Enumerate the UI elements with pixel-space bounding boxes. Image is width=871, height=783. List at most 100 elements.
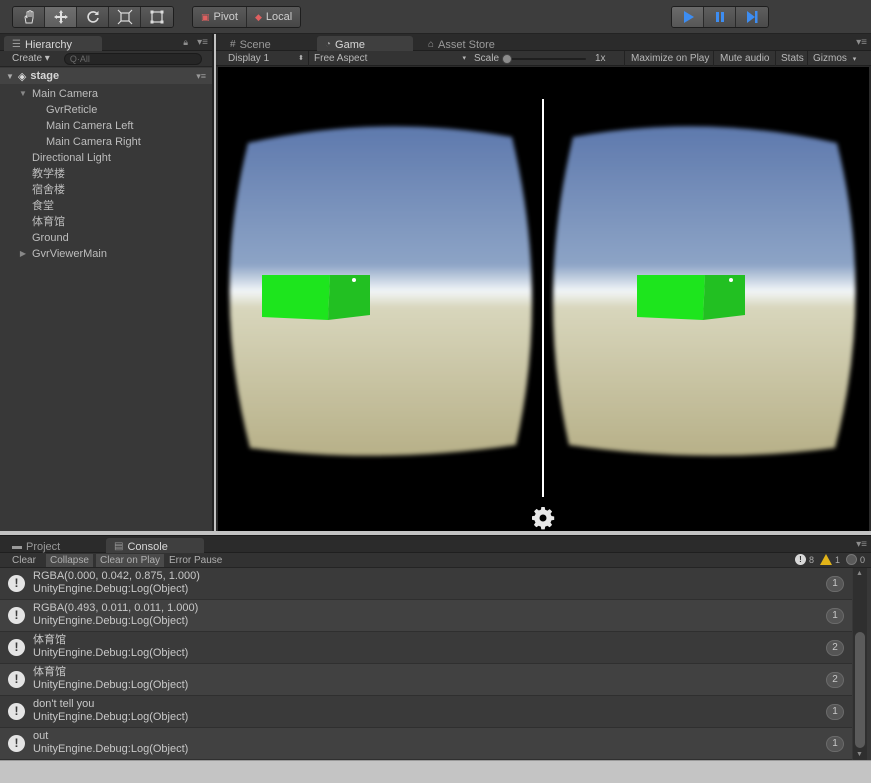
scroll-thumb[interactable]: [855, 632, 865, 748]
display-dropdown[interactable]: Display 1 ⬍: [224, 52, 308, 65]
tab-scene[interactable]: # Scene: [222, 36, 314, 52]
vr-divider-line: [542, 99, 544, 497]
updown-icon: ⬍: [298, 55, 304, 62]
game-panel-menu-icon[interactable]: ▾≡: [856, 37, 867, 48]
info-icon: !: [8, 575, 25, 592]
hierarchy-item[interactable]: Ground: [0, 230, 212, 246]
warning-count-toggle[interactable]: 1: [819, 554, 840, 565]
expand-arrow-icon[interactable]: ▼: [18, 86, 28, 102]
hierarchy-item[interactable]: ▼ Main Camera: [0, 86, 212, 102]
hierarchy-item[interactable]: GvrReticle: [0, 102, 212, 118]
error-pause-button[interactable]: Error Pause: [165, 554, 226, 567]
hierarchy-panel: ☰ Hierarchy 🔒︎ ▾≡ Create ▾ Q·All ▼ ◈ sta…: [0, 34, 214, 531]
info-icon: !: [794, 554, 806, 565]
scale-slider-track[interactable]: [504, 58, 586, 60]
hierarchy-item[interactable]: Directional Light: [0, 150, 212, 166]
move-tool-button[interactable]: [45, 7, 77, 27]
hierarchy-item[interactable]: Main Camera Left: [0, 118, 212, 134]
unity-scene-icon: ◈: [17, 70, 27, 83]
pacman-icon: ◔: [325, 39, 332, 50]
hierarchy-item[interactable]: 宿舍楼: [0, 182, 212, 198]
mute-audio-toggle[interactable]: Mute audio: [716, 52, 773, 65]
tab-asset-store[interactable]: ⌂ Asset Store: [420, 36, 520, 52]
hierarchy-item-label: GvrReticle: [46, 104, 98, 116]
rotate-tool-button[interactable]: [77, 7, 109, 27]
tab-project[interactable]: ▬ Project: [4, 538, 104, 554]
gizmos-dropdown[interactable]: Gizmos ▾: [809, 52, 860, 65]
console-tabbar: ▬ Project ▤ Console ▾≡: [0, 536, 871, 554]
scene-name: stage: [30, 70, 60, 82]
step-button[interactable]: [736, 7, 768, 27]
info-icon: !: [8, 671, 25, 688]
console-panel-menu-icon[interactable]: ▾≡: [856, 539, 867, 550]
hierarchy-item[interactable]: 食堂: [0, 198, 212, 214]
log-trace: UnityEngine.Debug:Log(Object): [33, 615, 189, 627]
maximize-on-play-toggle[interactable]: Maximize on Play: [627, 52, 713, 65]
scale-icon: [117, 9, 132, 25]
create-dropdown[interactable]: Create ▾: [12, 53, 50, 64]
local-button[interactable]: ◆ Local: [246, 7, 301, 27]
dropdown-arrow-icon: ▾: [462, 55, 466, 62]
tab-game[interactable]: ◔ Game: [317, 36, 413, 52]
hand-tool-button[interactable]: [13, 7, 45, 27]
clear-on-play-button[interactable]: Clear on Play: [96, 554, 165, 567]
warning-icon: [819, 554, 832, 565]
scale-label: Scale: [474, 53, 500, 64]
gear-icon[interactable]: [531, 506, 555, 530]
gizmos-arrow-icon: ▾: [852, 56, 857, 63]
tab-console[interactable]: ▤ Console: [106, 538, 204, 554]
console-log-list: ! RGBA(0.000, 0.042, 0.875, 1.000) UnityEn…: [0, 568, 852, 760]
play-button[interactable]: [672, 7, 704, 27]
left-eye-view: [220, 115, 540, 475]
aspect-label: Free Aspect: [314, 53, 368, 64]
transform-tools: [12, 6, 174, 28]
hierarchy-item[interactable]: ▶ GvrViewerMain: [0, 246, 212, 262]
create-label: Create: [12, 53, 43, 64]
console-log-row[interactable]: ! RGBA(0.493, 0.011, 0.011, 1.000) UnityEn…: [0, 600, 852, 632]
console-log-row[interactable]: ! out UnityEngine.Debug:Log(Object) 1: [0, 728, 852, 760]
console-log-row[interactable]: ! 体育馆 UnityEngine.Debug:Log(Object) 2: [0, 664, 852, 696]
log-text: RGBA(0.493, 0.011, 0.011, 1.000) UnityEng…: [33, 602, 198, 628]
hierarchy-search-input[interactable]: Q·All: [63, 52, 202, 65]
console-log-row[interactable]: ! RGBA(0.000, 0.042, 0.875, 1.000) UnityEn…: [0, 568, 852, 600]
console-scrollbar[interactable]: ▲ ▼: [853, 568, 867, 760]
hierarchy-item-label: 体育馆: [32, 216, 65, 228]
pause-button[interactable]: [704, 7, 736, 27]
console-log-row[interactable]: ! 体育馆 UnityEngine.Debug:Log(Object) 2: [0, 632, 852, 664]
hierarchy-item-label: Directional Light: [32, 152, 111, 164]
hierarchy-item-label: Main Camera: [32, 88, 99, 100]
info-icon: !: [8, 703, 25, 720]
collapse-arrow-icon[interactable]: ▶: [18, 246, 28, 262]
scene-tab-label: Scene: [239, 38, 271, 51]
error-count-toggle[interactable]: 0: [845, 554, 865, 565]
clear-button[interactable]: Clear: [8, 554, 40, 567]
scale-tool-button[interactable]: [109, 7, 141, 27]
scene-menu-icon[interactable]: ▾≡: [196, 71, 206, 82]
hierarchy-item[interactable]: 体育馆: [0, 214, 212, 230]
hand-icon: [23, 9, 33, 24]
rect-tool-button[interactable]: [141, 7, 173, 27]
hierarchy-item[interactable]: Main Camera Right: [0, 134, 212, 150]
scroll-down-icon[interactable]: ▼: [856, 751, 863, 758]
pivot-local-group: ▣ Pivot ◆ Local: [192, 6, 302, 28]
panel-menu-icon[interactable]: ▾≡: [197, 37, 208, 48]
scale-slider-knob[interactable]: [502, 54, 512, 64]
log-count-toggle[interactable]: ! 8: [794, 554, 814, 565]
log-count-value: 8: [808, 554, 814, 565]
hierarchy-item[interactable]: 教学楼: [0, 166, 212, 182]
pivot-button[interactable]: ▣ Pivot: [193, 7, 247, 27]
lock-icon[interactable]: 🔒︎: [183, 37, 188, 48]
aspect-dropdown[interactable]: Free Aspect ▾: [310, 52, 470, 65]
scroll-up-icon[interactable]: ▲: [856, 570, 863, 577]
move-icon: [53, 10, 68, 24]
stats-toggle[interactable]: Stats: [777, 52, 808, 65]
tab-hierarchy[interactable]: ☰ Hierarchy: [4, 36, 102, 52]
console-log-row[interactable]: ! don't tell you UnityEngine.Debug:Log(Obj…: [0, 696, 852, 728]
pivot-label: Pivot: [213, 11, 238, 23]
log-count-badge: 1: [826, 576, 844, 592]
game-toolbar: Display 1 ⬍ Free Aspect ▾ Scale 1x Maxim…: [216, 51, 871, 66]
collapse-button[interactable]: Collapse: [46, 554, 93, 567]
scene-row[interactable]: ▼ ◈ stage ▾≡: [0, 68, 212, 84]
game-render-canvas[interactable]: [218, 67, 869, 531]
log-trace: UnityEngine.Debug:Log(Object): [33, 647, 189, 659]
